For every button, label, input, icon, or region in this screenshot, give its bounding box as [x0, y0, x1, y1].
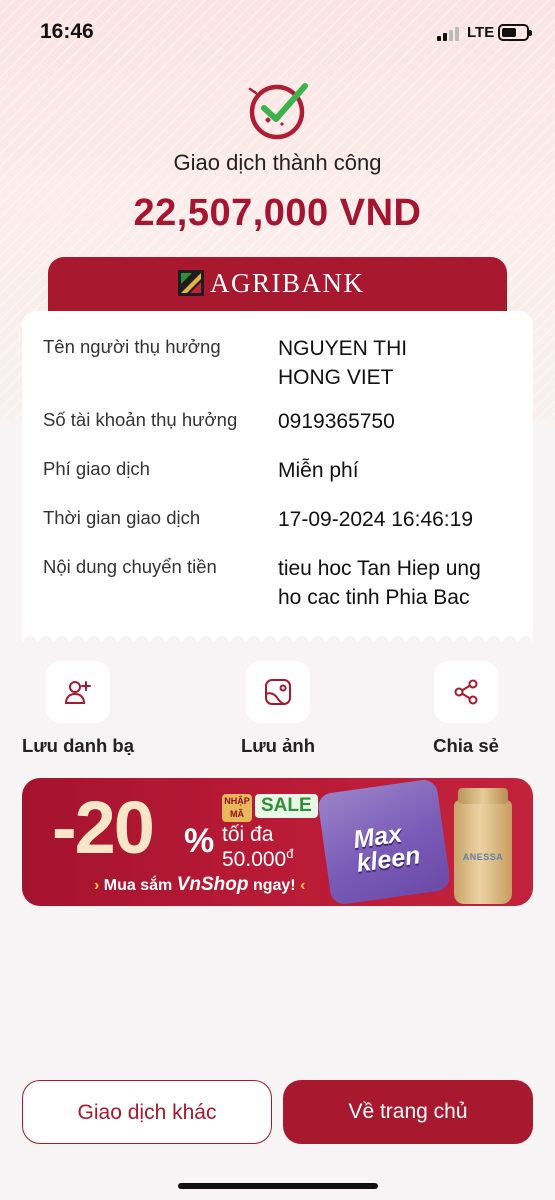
bank-name: AGRIBANK [210, 268, 365, 298]
go-home-button[interactable]: Về trang chủ [283, 1080, 533, 1144]
network-label: LTE [467, 24, 495, 41]
signal-icon [437, 27, 461, 41]
detail-label: Tên người thụ hưởng [43, 336, 221, 357]
transaction-amount: 22,507,000 VND [133, 192, 422, 234]
promo-limit: 50.000đ [222, 846, 294, 871]
transaction-details-card: Tên người thụ hưởng NGUYEN THI HONG VIET… [22, 311, 533, 636]
detail-label: Thời gian giao dịch [43, 507, 201, 528]
detail-value: 17-09-2024 16:46:19 [278, 508, 473, 531]
detail-label: Phí giao dịch [43, 458, 150, 479]
detail-value: NGUYEN THI HONG VIET [278, 337, 408, 389]
other-transaction-button[interactable]: Giao dịch khác [22, 1080, 272, 1144]
status-time: 16:46 [40, 20, 94, 43]
promo-discount: -20 [52, 786, 155, 869]
success-check-icon [247, 80, 311, 140]
vnshop-promo-banner[interactable]: -20 % NHẬP MÃ SALE tối đa 50.000đ › Mua … [22, 778, 533, 906]
promo-max-text: tối đa [222, 823, 274, 846]
promo-sale-badge: SALE [255, 794, 318, 818]
promo-code-badge: NHẬP MÃ [222, 794, 252, 822]
card-perforated-edge [22, 628, 533, 642]
success-title: Giao dịch thành công [173, 150, 382, 175]
status-bar: 16:46 LTE [0, 0, 555, 64]
save-image-button[interactable]: Lưu ảnh [208, 661, 348, 761]
share-label: Chia sẻ [433, 735, 499, 756]
sunscreen-image: ANESSA [454, 788, 512, 904]
battery-icon [498, 24, 532, 41]
detail-label: Nội dung chuyển tiền [43, 556, 217, 577]
image-icon [246, 661, 310, 723]
detail-value: tieu hoc Tan Hiep ung ho cac tinh Phia B… [278, 557, 481, 609]
share-icon [434, 661, 498, 723]
promo-cta: › Mua sắm VnShop ngay! ‹ [94, 874, 306, 895]
detail-value: 0919365750 [278, 410, 395, 433]
home-indicator [178, 1183, 378, 1189]
detail-value: Miễn phí [278, 459, 359, 482]
save-contact-button[interactable]: Lưu danh bạ [8, 661, 148, 761]
add-user-icon [46, 661, 110, 723]
save-image-label: Lưu ảnh [240, 735, 316, 756]
bank-header: AGRIBANK [48, 257, 507, 317]
detergent-pack-image: Max kleen [316, 778, 452, 906]
share-button[interactable]: Chia sẻ [396, 661, 536, 761]
agribank-logo-icon [178, 270, 204, 296]
promo-percent: % [184, 822, 215, 860]
save-contact-label: Lưu danh bạ [21, 735, 135, 756]
detail-label: Số tài khoản thụ hưởng [43, 409, 238, 430]
